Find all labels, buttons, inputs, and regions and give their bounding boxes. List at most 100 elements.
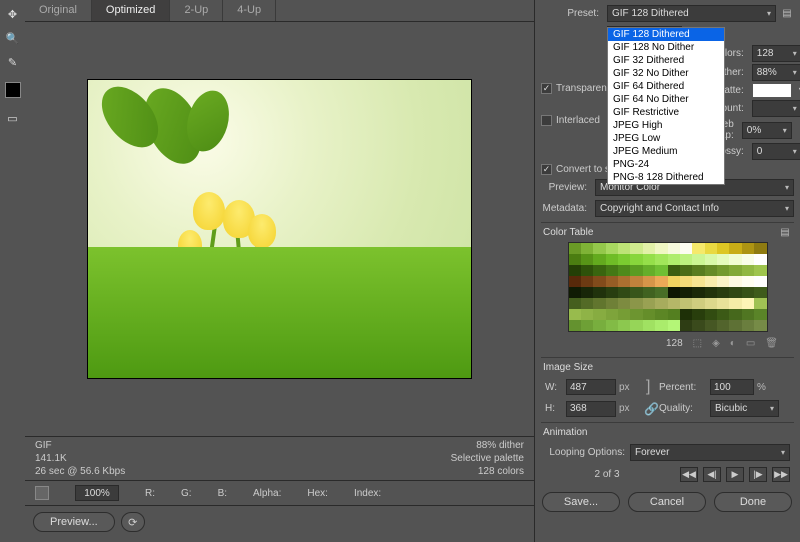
color-swatch[interactable] [692,254,704,265]
color-swatch[interactable] [742,243,754,254]
color-swatch[interactable] [717,265,729,276]
color-swatch[interactable] [717,254,729,265]
color-swatch[interactable] [717,276,729,287]
color-swatch[interactable] [668,320,680,331]
color-swatch[interactable] [569,254,581,265]
color-table-grid[interactable] [568,242,768,332]
color-swatch[interactable] [742,320,754,331]
color-swatch[interactable] [569,243,581,254]
color-swatch[interactable] [705,287,717,298]
color-swatch[interactable] [606,265,618,276]
ct-new-icon[interactable]: ▭ [746,338,755,349]
color-swatch[interactable] [692,320,704,331]
color-swatch[interactable] [593,309,605,320]
foreground-swatch[interactable] [5,82,21,98]
color-swatch[interactable] [680,298,692,309]
next-frame-icon[interactable]: |▶ [749,467,767,482]
color-swatch[interactable] [643,298,655,309]
lossy-field[interactable]: 0▾ [752,143,800,160]
color-swatch[interactable] [717,298,729,309]
color-swatch[interactable] [630,265,642,276]
color-swatch[interactable] [655,254,667,265]
optimize-panel-menu-icon[interactable]: ▤ [780,8,794,19]
matte-swatch[interactable] [752,83,792,98]
metadata-select[interactable]: Copyright and Contact Info▾ [595,200,794,217]
color-swatch[interactable] [593,298,605,309]
ct-trash-icon[interactable]: 🗑 [765,338,778,349]
color-swatch[interactable] [729,265,741,276]
color-swatch[interactable] [618,309,630,320]
color-swatch[interactable] [754,298,766,309]
color-swatch[interactable] [618,254,630,265]
color-swatch[interactable] [668,298,680,309]
color-swatch[interactable] [742,254,754,265]
color-swatch[interactable] [618,320,630,331]
color-swatch[interactable] [717,287,729,298]
color-swatch[interactable] [618,298,630,309]
color-swatch[interactable] [593,276,605,287]
preset-option[interactable]: JPEG High [608,119,724,132]
color-swatch[interactable] [742,276,754,287]
color-swatch[interactable] [569,309,581,320]
hand-grab-icon[interactable] [35,486,49,500]
preset-option[interactable]: GIF Restrictive [608,106,724,119]
websnap-field[interactable]: 0%▾ [742,122,792,139]
color-swatch[interactable] [680,254,692,265]
color-swatch[interactable] [581,254,593,265]
color-swatch[interactable] [618,265,630,276]
preset-option[interactable]: JPEG Medium [608,145,724,158]
preset-option[interactable]: GIF 32 Dithered [608,54,724,67]
color-swatch[interactable] [754,243,766,254]
color-swatch[interactable] [606,298,618,309]
slice-select-icon[interactable]: ▭ [3,108,23,128]
color-swatch[interactable] [754,309,766,320]
color-swatch[interactable] [618,287,630,298]
tab-original[interactable]: Original [25,0,92,21]
color-swatch[interactable] [593,243,605,254]
color-swatch[interactable] [668,254,680,265]
color-swatch[interactable] [618,276,630,287]
color-swatch[interactable] [581,276,593,287]
preview-button[interactable]: Preview... [33,512,115,532]
browser-menu-icon[interactable]: ⟳ [121,512,145,532]
eyedropper-tool-icon[interactable]: ✎ [3,52,23,72]
colortable-menu-icon[interactable]: ▤ [778,227,792,238]
color-swatch[interactable] [655,265,667,276]
color-swatch[interactable] [705,243,717,254]
color-swatch[interactable] [655,243,667,254]
interlaced-checkbox[interactable] [541,115,552,126]
color-swatch[interactable] [692,287,704,298]
color-swatch[interactable] [655,287,667,298]
color-swatch[interactable] [680,287,692,298]
cancel-button[interactable]: Cancel [628,492,706,512]
color-swatch[interactable] [643,276,655,287]
color-swatch[interactable] [606,320,618,331]
ct-lock-icon[interactable]: ⬚ [693,338,702,349]
color-swatch[interactable] [581,298,593,309]
color-swatch[interactable] [618,243,630,254]
color-swatch[interactable] [705,309,717,320]
transparency-checkbox[interactable]: ✓ [541,83,552,94]
color-swatch[interactable] [630,254,642,265]
color-swatch[interactable] [581,287,593,298]
color-swatch[interactable] [705,254,717,265]
color-swatch[interactable] [630,276,642,287]
color-swatch[interactable] [729,298,741,309]
color-swatch[interactable] [569,276,581,287]
link-dimensions-icon[interactable]: 🔗 [644,402,656,416]
save-button[interactable]: Save... [542,492,620,512]
color-swatch[interactable] [581,309,593,320]
preset-option[interactable]: PNG-8 128 Dithered [608,171,724,184]
color-swatch[interactable] [729,254,741,265]
first-frame-icon[interactable]: ◀◀ [680,467,698,482]
preset-option[interactable]: JPEG Low [608,132,724,145]
preset-select[interactable]: GIF 128 Dithered▾ [607,5,776,22]
color-swatch[interactable] [643,265,655,276]
preset-dropdown-list[interactable]: GIF 128 DitheredGIF 128 No DitherGIF 32 … [607,27,725,185]
quality-select[interactable]: Bicubic▾ [710,400,779,417]
color-swatch[interactable] [606,276,618,287]
color-swatch[interactable] [705,320,717,331]
zoom-field[interactable] [75,485,119,501]
color-swatch[interactable] [680,320,692,331]
color-swatch[interactable] [668,309,680,320]
